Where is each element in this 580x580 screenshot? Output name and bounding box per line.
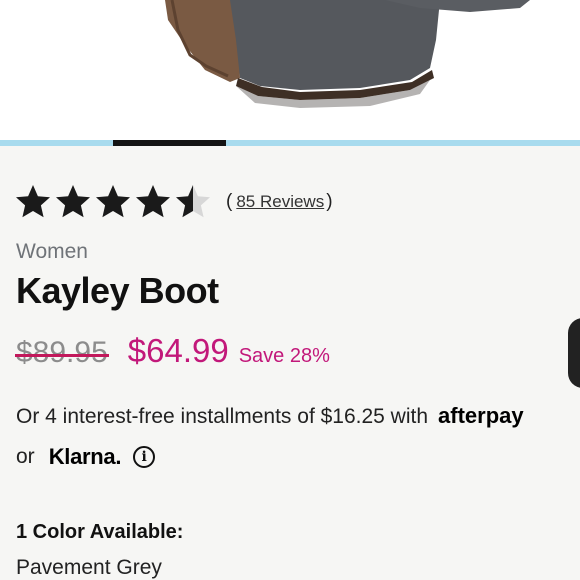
side-drawer-handle[interactable] <box>568 318 580 388</box>
carousel-indicator-track <box>0 140 580 146</box>
installments-text: Or 4 interest-free installments of $16.2… <box>16 403 524 429</box>
sale-price: $64.99 <box>127 332 229 369</box>
price-row: $89.95 $64.99 Save 28% <box>15 332 330 370</box>
star-icon <box>136 185 170 218</box>
product-category[interactable]: Women <box>16 240 88 264</box>
carousel-indicator-active[interactable] <box>113 140 226 146</box>
installments-label: Or 4 interest-free installments of $16.2… <box>16 405 429 428</box>
star-icon <box>56 185 90 218</box>
product-image[interactable] <box>0 0 580 140</box>
or-label: or <box>16 445 35 468</box>
klarna-logo[interactable]: Klarna. <box>49 444 122 470</box>
selected-color-name: Pavement Grey <box>16 556 162 579</box>
info-icon[interactable]: i <box>133 446 156 468</box>
product-title: Kayley Boot <box>16 270 219 311</box>
star-rating <box>14 183 212 221</box>
star-icon <box>176 185 210 218</box>
star-icon <box>16 185 50 218</box>
colors-available-label: 1 Color Available: <box>16 521 184 543</box>
reviews-open-paren: ( <box>226 191 233 212</box>
original-price: $89.95 <box>15 336 109 369</box>
boot-image <box>165 0 530 108</box>
reviews-link-wrap[interactable]: ( 85 Reviews ) <box>226 191 333 213</box>
rating-row: ( 85 Reviews ) <box>14 180 333 224</box>
reviews-close-paren: ) <box>326 191 333 212</box>
klarna-row: or Klarna. i <box>16 444 156 470</box>
star-icon <box>96 185 130 218</box>
afterpay-logo[interactable]: afterpay <box>438 403 524 428</box>
reviews-link[interactable]: 85 Reviews <box>236 192 324 212</box>
save-badge: Save 28% <box>238 345 330 367</box>
